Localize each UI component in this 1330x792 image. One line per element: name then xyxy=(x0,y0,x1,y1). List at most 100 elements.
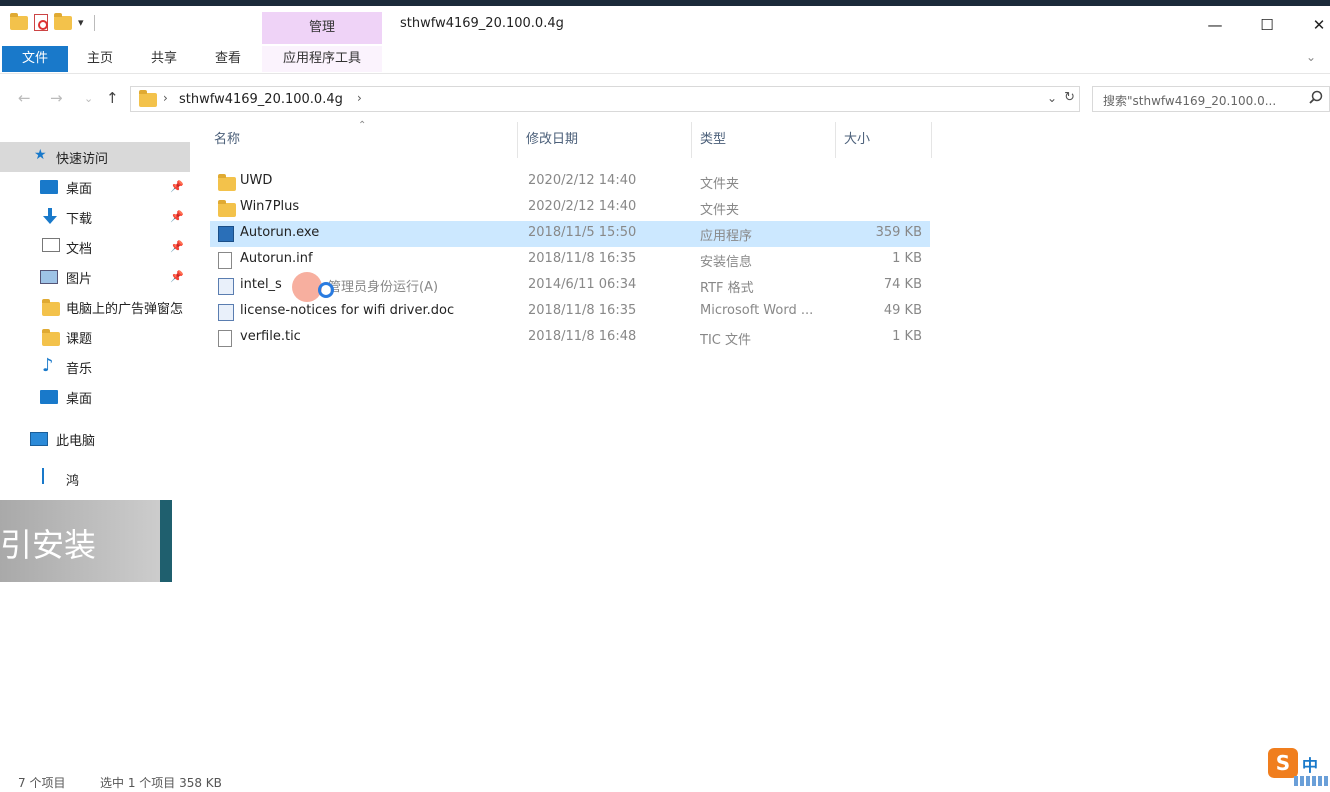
refresh-icon[interactable]: ↻ xyxy=(1064,90,1075,105)
sidebar-item-ad-popup-folder[interactable]: 电脑上的广告弹窗怎 xyxy=(0,292,190,322)
music-icon: ♪ xyxy=(42,355,54,376)
sidebar-item-desktop[interactable]: 桌面 📌 xyxy=(0,172,190,202)
file-name: Autorun.inf xyxy=(240,251,313,266)
ime-indicator[interactable]: S 中 xyxy=(1268,748,1330,788)
folder-icon xyxy=(218,174,236,191)
table-row[interactable]: Autorun.exe 2018/11/5 15:50 应用程序 359 KB xyxy=(210,221,930,247)
title-bar: ▾ 管理 sthwfw4169_20.100.0.4g — ☐ ✕ xyxy=(0,6,1330,44)
file-name: UWD xyxy=(240,173,273,188)
table-row[interactable]: UWD 2020/2/12 14:40 文件夹 xyxy=(210,169,930,195)
address-dropdown-icon[interactable]: ⌄ xyxy=(1047,91,1057,105)
file-date: 2018/11/8 16:35 xyxy=(528,303,637,318)
file-size: 74 KB xyxy=(883,277,922,292)
tab-view[interactable]: 查看 xyxy=(200,46,256,72)
file-icon xyxy=(218,252,232,269)
breadcrumb-separator[interactable]: › xyxy=(357,91,362,105)
back-button[interactable]: ← xyxy=(18,89,31,107)
sidebar-item-label: 此电脑 xyxy=(56,434,96,449)
sidebar-item-topic-folder[interactable]: 课题 xyxy=(0,322,190,352)
popup-bar-icon xyxy=(42,468,44,484)
file-type: 文件夹 xyxy=(700,203,740,218)
keyboard-icon xyxy=(1294,776,1328,786)
tab-file[interactable]: 文件 xyxy=(2,46,68,72)
file-size: 1 KB xyxy=(892,251,922,266)
sidebar-item-downloads[interactable]: 下载 📌 xyxy=(0,202,190,232)
table-row[interactable]: verfile.tic 2018/11/8 16:48 TIC 文件 1 KB xyxy=(210,325,930,351)
pin-icon: 📌 xyxy=(170,270,184,283)
star-icon: ★ xyxy=(34,147,47,163)
sidebar-item-label: 课题 xyxy=(66,332,93,347)
banner-text: 引安装 xyxy=(0,526,97,564)
file-name: Autorun.exe xyxy=(240,225,320,240)
tab-home[interactable]: 主页 xyxy=(72,46,128,72)
file-date: 2020/2/12 14:40 xyxy=(528,199,637,214)
sidebar-item-label: 桌面 xyxy=(66,392,93,407)
status-selection: 选中 1 个项目 358 KB xyxy=(100,776,222,790)
breadcrumb-separator[interactable]: › xyxy=(163,91,168,105)
documents-icon xyxy=(42,238,60,252)
sidebar-item-this-pc[interactable]: 此电脑 xyxy=(0,424,190,454)
qat-separator xyxy=(93,14,95,31)
folder-icon xyxy=(42,299,60,316)
file-explorer-window: ▾ 管理 sthwfw4169_20.100.0.4g — ☐ ✕ 文件 主页 … xyxy=(0,6,1330,790)
file-icon xyxy=(218,330,232,347)
sidebar-item-music[interactable]: ♪ 音乐 xyxy=(0,352,190,382)
table-row[interactable]: license-notices for wifi driver.doc 2018… xyxy=(210,299,930,325)
ribbon-tabs: 文件 主页 共享 查看 应用程序工具 ⌄ xyxy=(0,44,1330,74)
sidebar-item-label: 快速访问 xyxy=(56,152,109,167)
popup-text: 鸿 xyxy=(66,474,80,489)
file-name: Win7Plus xyxy=(240,199,300,214)
table-row[interactable]: Win7Plus 2020/2/12 14:40 文件夹 xyxy=(210,195,930,221)
pin-icon: 📌 xyxy=(170,180,184,193)
up-button[interactable]: ↑ xyxy=(106,89,119,107)
column-header-label: 名称 xyxy=(214,132,241,147)
close-button[interactable]: ✕ xyxy=(1296,12,1330,38)
address-bar[interactable]: › sthwfw4169_20.100.0.4g › ⌄ ↻ xyxy=(130,86,1080,112)
sidebar-item-documents[interactable]: 文档 📌 xyxy=(0,232,190,262)
wordpad-icon xyxy=(218,304,234,321)
wordpad-icon xyxy=(218,278,234,295)
search-icon[interactable] xyxy=(1309,90,1323,104)
column-header-label: 修改日期 xyxy=(526,132,579,147)
status-item-count: 7 个项目 xyxy=(18,776,66,790)
desktop-icon xyxy=(40,180,58,194)
breadcrumb-path[interactable]: sthwfw4169_20.100.0.4g xyxy=(179,92,343,107)
new-folder-icon[interactable] xyxy=(54,12,72,30)
tab-share[interactable]: 共享 xyxy=(136,46,192,72)
pictures-icon xyxy=(40,270,58,284)
recent-locations-button[interactable]: ⌄ xyxy=(84,92,93,105)
column-header-type[interactable]: 类型 xyxy=(694,122,836,158)
column-header-size[interactable]: 大小 xyxy=(838,122,932,158)
navigation-bar: ← → ⌄ ↑ › sthwfw4169_20.100.0.4g › ⌄ ↻ 搜… xyxy=(0,82,1330,116)
table-row[interactable]: Autorun.inf 2018/11/8 16:35 安装信息 1 KB xyxy=(210,247,930,273)
sogou-logo-icon: S xyxy=(1268,748,1298,778)
file-size: 49 KB xyxy=(883,303,922,318)
desktop-icon xyxy=(40,390,58,404)
computer-icon xyxy=(30,432,48,446)
ribbon-expand-icon[interactable]: ⌄ xyxy=(1306,50,1316,64)
qat-dropdown-icon[interactable]: ▾ xyxy=(78,16,84,29)
banner-accent-bar xyxy=(160,500,172,582)
column-header-date[interactable]: 修改日期 xyxy=(520,122,692,158)
search-input[interactable]: 搜索"sthwfw4169_20.100.0... xyxy=(1103,92,1276,109)
search-box[interactable]: 搜索"sthwfw4169_20.100.0... xyxy=(1092,86,1330,112)
minimize-button[interactable]: — xyxy=(1192,12,1238,38)
overlay-popup: 鸿 xyxy=(0,458,190,500)
sidebar-item-quick-access[interactable]: ★ 快速访问 xyxy=(0,142,190,172)
file-name: intel_s xyxy=(240,277,282,292)
folder-icon xyxy=(10,12,28,30)
sidebar-item-pictures[interactable]: 图片 📌 xyxy=(0,262,190,292)
sidebar-item-desktop-2[interactable]: 桌面 xyxy=(0,382,190,412)
file-name: license-notices for wifi driver.doc xyxy=(240,303,455,318)
sidebar-item-label: 电脑上的广告弹窗怎 xyxy=(66,302,184,317)
context-menu-hint[interactable]: 管理员身份运行(A) xyxy=(328,276,438,295)
status-bar: 7 个项目 选中 1 个项目 358 KB xyxy=(0,770,1330,792)
manage-context-tab[interactable]: 管理 xyxy=(262,12,382,44)
forward-button[interactable]: → xyxy=(50,89,63,107)
tab-app-tools[interactable]: 应用程序工具 xyxy=(262,46,382,72)
maximize-button[interactable]: ☐ xyxy=(1244,12,1290,38)
file-size: 1 KB xyxy=(892,329,922,344)
column-header-label: 类型 xyxy=(700,132,727,147)
properties-icon[interactable] xyxy=(34,14,48,31)
ime-language[interactable]: 中 xyxy=(1302,752,1318,776)
